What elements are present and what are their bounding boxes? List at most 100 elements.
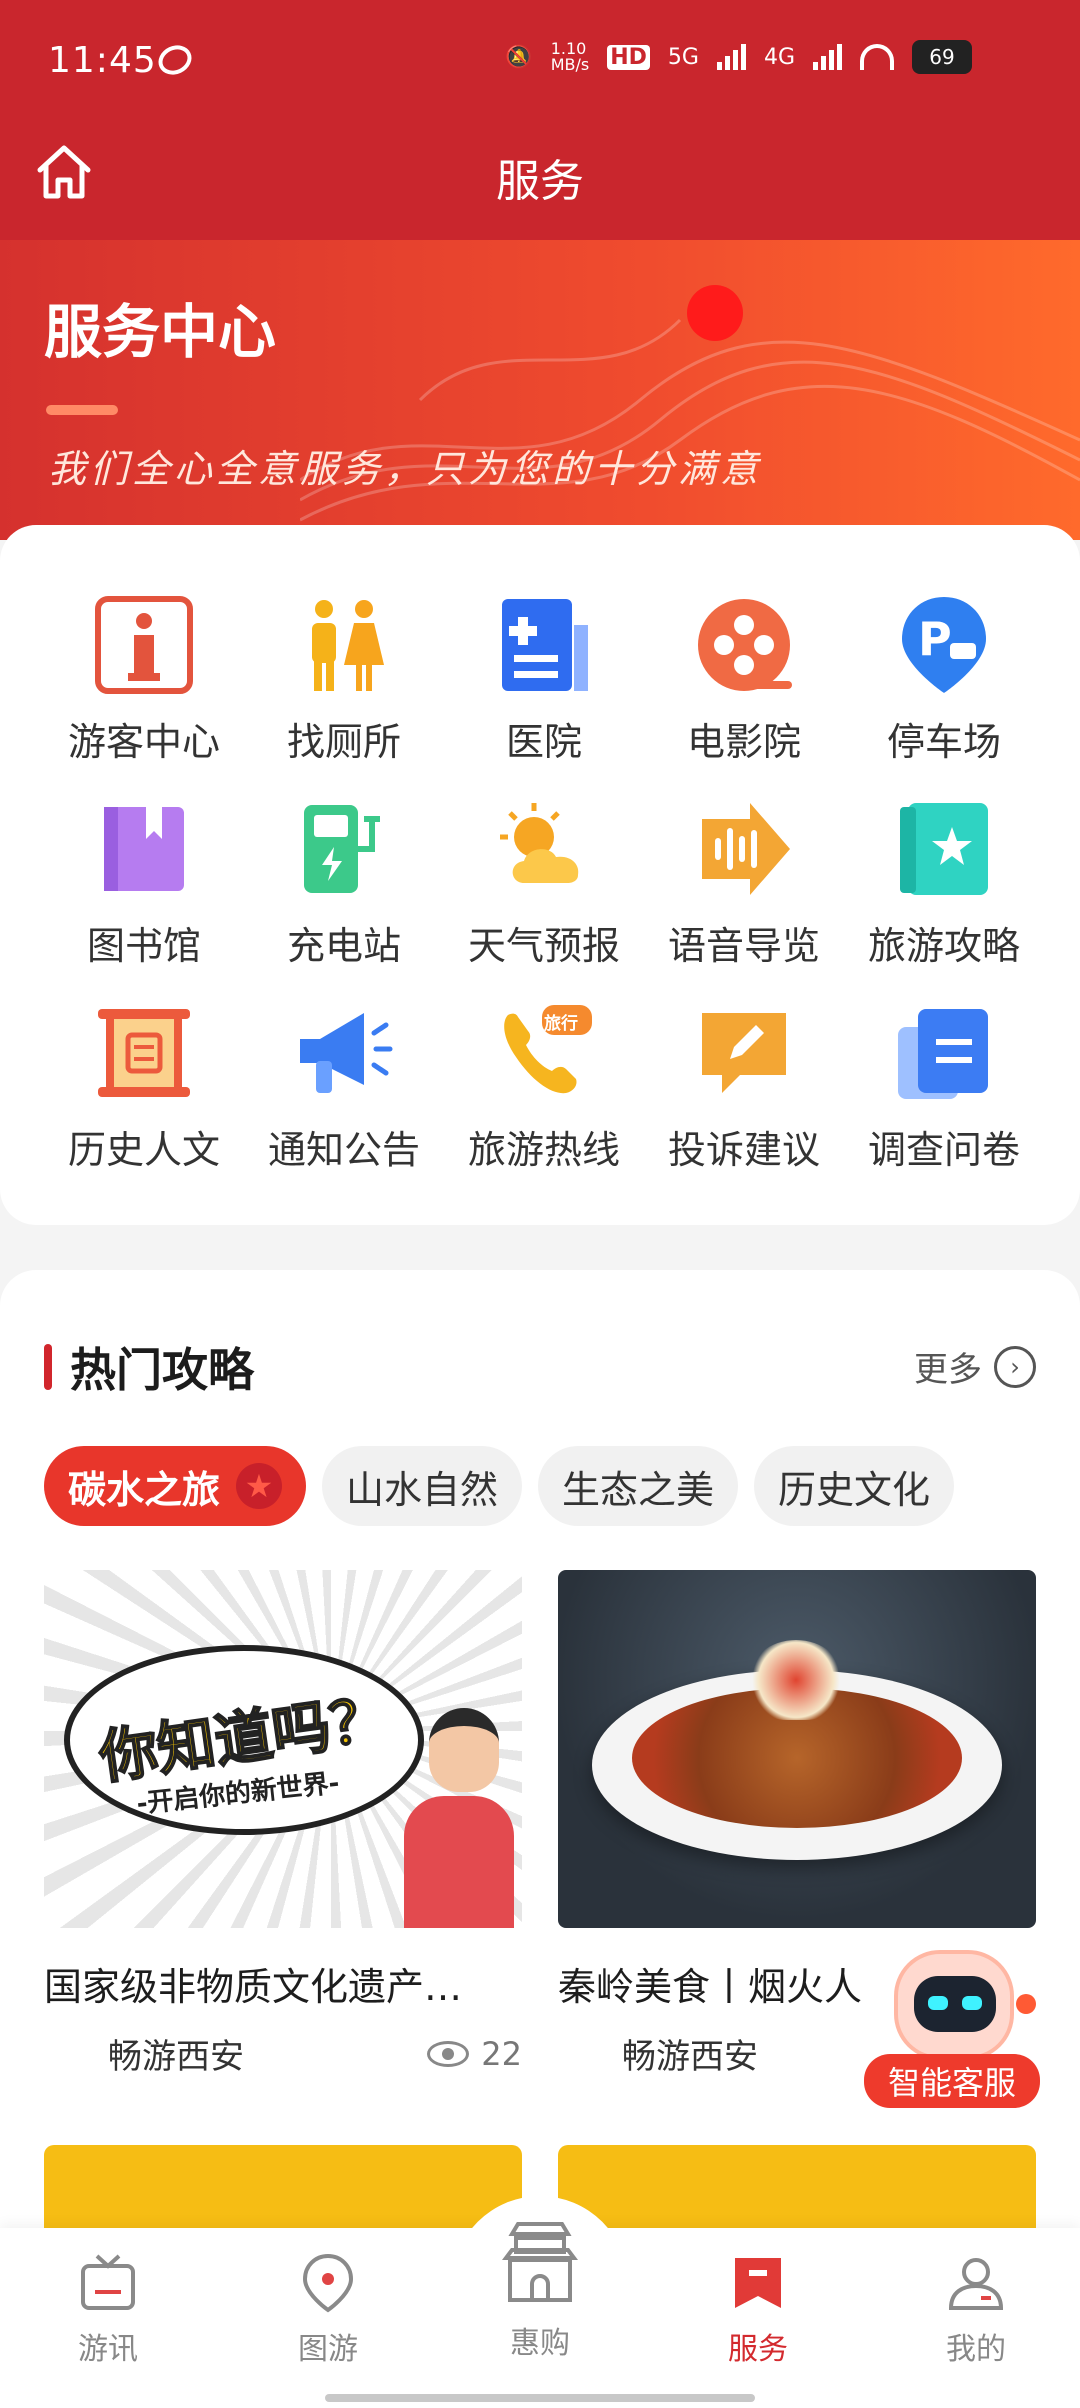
service-label: 语音导览 xyxy=(667,924,820,968)
service-label: 通知公告 xyxy=(267,1128,420,1172)
guide-card-preview[interactable] xyxy=(558,2145,1036,2235)
nav-label: 服务 xyxy=(728,2332,788,2367)
person-head xyxy=(429,1708,499,1792)
service-weather[interactable]: 天气预报 xyxy=(444,799,644,968)
service-complaint[interactable]: 投诉建议 xyxy=(644,1003,844,1172)
guide-thumbnail-comic: 你知道吗？ -开启你的新世界- xyxy=(44,1570,522,1928)
tab-label: 生态之美 xyxy=(562,1467,715,1512)
signal-4g-icon xyxy=(813,44,842,70)
hotline-badge: 旅行 xyxy=(544,1014,578,1034)
info-icon xyxy=(90,595,198,695)
service-parking[interactable]: P 停车场 xyxy=(844,595,1044,764)
section-marker xyxy=(44,1344,52,1390)
card-meta: 畅游西安 22 xyxy=(44,2029,522,2078)
robot-icon xyxy=(894,1950,1014,2060)
assistant-label: 智能客服 xyxy=(864,2054,1040,2108)
service-survey[interactable]: 调查问卷 xyxy=(844,1003,1044,1172)
service-label: 历史人文 xyxy=(67,1128,220,1172)
nav-shop[interactable]: 惠购 xyxy=(470,2212,610,2362)
complaint-icon xyxy=(690,1003,798,1103)
banner-title: 服务中心 xyxy=(44,298,277,366)
net-speed: 1.10 MB/s xyxy=(550,39,590,74)
wifi-icon xyxy=(860,44,894,70)
tab-ecology[interactable]: 生态之美 xyxy=(538,1446,739,1526)
label-5g: 5G xyxy=(667,44,699,70)
guide-card[interactable]: 你知道吗？ -开启你的新世界- 国家级非物质文化遗产… 畅游西安 22 xyxy=(44,1570,522,2078)
service-label: 游客中心 xyxy=(67,720,220,764)
page-title: 服务 xyxy=(496,156,584,207)
view-count: 22 xyxy=(427,2035,522,2073)
service-label: 停车场 xyxy=(886,720,1001,764)
nav-news[interactable]: 游讯 xyxy=(38,2248,178,2368)
service-cinema[interactable]: 电影院 xyxy=(644,595,844,764)
tab-landscape[interactable]: 山水自然 xyxy=(322,1446,523,1526)
survey-icon xyxy=(890,1003,998,1103)
mute-bell-icon: 🔕 xyxy=(505,44,533,70)
nav-label: 图游 xyxy=(298,2332,358,2367)
service-label: 投诉建议 xyxy=(667,1128,820,1172)
service-history-culture[interactable]: 历史人文 xyxy=(44,1003,244,1172)
star-icon: ★ xyxy=(236,1463,283,1509)
arrow-right-icon: › xyxy=(994,1345,1036,1388)
travel-guide-icon xyxy=(890,799,998,899)
services-grid: 游客中心 找厕所 医院 电影院 P 停车场 图书馆 充电站 天气预报 语音导览 … xyxy=(44,595,1044,1172)
nav-label: 我的 xyxy=(946,2332,1006,2367)
service-center-banner: 服务中心 我们全心全意服务，只为您的十分满意 xyxy=(0,240,1080,540)
guide-card-preview[interactable] xyxy=(44,2145,522,2235)
voice-guide-icon xyxy=(690,799,798,899)
service-hospital[interactable]: 医院 xyxy=(444,595,644,764)
service-label: 旅游热线 xyxy=(467,1128,620,1172)
eye-icon xyxy=(427,2040,470,2067)
nav-map[interactable]: 图游 xyxy=(258,2248,398,2368)
service-hotline[interactable]: 旅行 旅游热线 xyxy=(444,1003,644,1172)
nav-service[interactable]: 服务 xyxy=(688,2248,828,2368)
service-icon xyxy=(723,2248,793,2318)
service-voice-guide[interactable]: 语音导览 xyxy=(644,799,844,968)
tab-carb-trip[interactable]: 碳水之旅 ★ xyxy=(44,1446,307,1526)
hospital-icon xyxy=(490,595,598,695)
sun-decoration xyxy=(687,285,743,341)
person-body xyxy=(404,1796,514,1928)
app-notification-icon xyxy=(153,40,197,80)
smart-assistant-button[interactable]: 智能客服 xyxy=(864,1950,1040,2110)
service-label: 旅游攻略 xyxy=(867,924,1020,968)
status-time: 11:45 xyxy=(48,40,157,81)
service-label: 图书馆 xyxy=(86,924,201,968)
service-restroom[interactable]: 找厕所 xyxy=(244,595,444,764)
speech-bubble: 你知道吗？ -开启你的新世界- xyxy=(64,1645,424,1835)
service-charging[interactable]: 充电站 xyxy=(244,799,444,968)
card-author: 畅游西安 xyxy=(622,2037,758,2077)
profile-icon xyxy=(941,2248,1011,2318)
card-title: 国家级非物质文化遗产… xyxy=(44,1965,463,2009)
service-travel-guide[interactable]: 旅游攻略 xyxy=(844,799,1044,968)
cartoon-person xyxy=(404,1708,514,1928)
service-label: 医院 xyxy=(505,720,582,764)
notification-dot xyxy=(1016,1994,1036,2014)
tower-icon xyxy=(490,2212,590,2312)
tab-label: 历史文化 xyxy=(778,1467,931,1512)
service-label: 充电站 xyxy=(286,924,401,968)
category-tabs: 碳水之旅 ★ 山水自然 生态之美 历史文化 xyxy=(44,1446,955,1526)
section-header: 热门攻略 xyxy=(44,1334,254,1400)
banner-underline xyxy=(46,405,118,415)
service-visitor-center[interactable]: 游客中心 xyxy=(44,595,244,764)
status-icons: 🔕 1.10 MB/s HD 5G 4G 69 xyxy=(505,40,972,74)
service-library[interactable]: 图书馆 xyxy=(44,799,244,968)
tab-history[interactable]: 历史文化 xyxy=(754,1446,955,1526)
home-indicator[interactable] xyxy=(325,2394,755,2402)
label-4g: 4G xyxy=(763,44,795,70)
section-title: 热门攻略 xyxy=(70,1343,254,1397)
nav-label: 惠购 xyxy=(510,2326,570,2361)
service-notice[interactable]: 通知公告 xyxy=(244,1003,444,1172)
view-number: 22 xyxy=(481,2034,522,2073)
hd-badge: HD xyxy=(607,44,650,70)
signal-5g-icon xyxy=(716,44,746,70)
more-button[interactable]: 更多 › xyxy=(914,1342,1036,1391)
weather-icon xyxy=(490,799,598,899)
nav-profile[interactable]: 我的 xyxy=(906,2248,1046,2368)
banner-slogan: 我们全心全意服务，只为您的十分满意 xyxy=(48,447,763,491)
service-label: 天气预报 xyxy=(467,924,620,968)
tab-label: 碳水之旅 xyxy=(68,1467,221,1512)
garnish xyxy=(748,1640,844,1720)
card-author: 畅游西安 xyxy=(108,2037,244,2077)
